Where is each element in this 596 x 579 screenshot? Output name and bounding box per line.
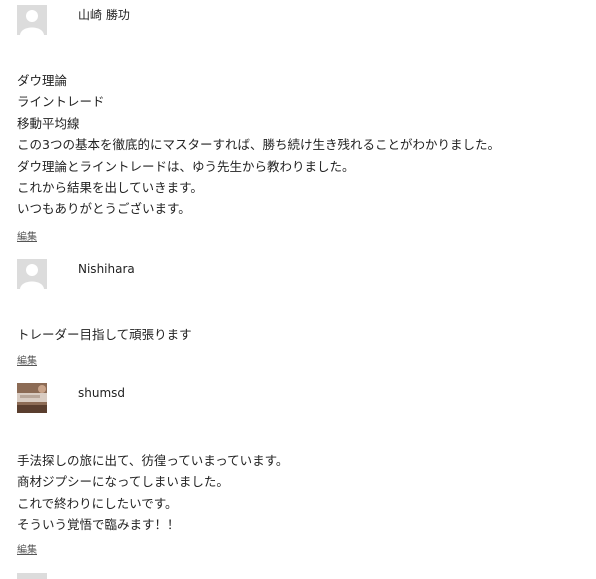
comment-line: 手法探しの旅に出て、彷徨っていまっています。 <box>17 453 289 468</box>
default-avatar-icon <box>17 5 47 35</box>
comment-line: この3つの基本を徹底的にマスターすれば、勝ち続け生き残れることがわかりました。 <box>17 137 500 153</box>
comment-body: トレーダー目指して頑張ります <box>17 324 192 345</box>
comment-author: Nishihara <box>78 262 135 276</box>
avatar <box>17 573 47 579</box>
comment-line: ダウ理論とライントレードは、ゆう先生から教わりました。 <box>17 158 355 174</box>
avatar <box>17 5 47 35</box>
comment-body: ダウ理論 ライントレード 移動平均線 この3つの基本を徹底的にマスターすれば、勝… <box>17 70 500 220</box>
comment-line: トレーダー目指して頑張ります <box>17 327 192 342</box>
avatar <box>17 259 47 289</box>
comment-line: ライントレード <box>17 94 105 110</box>
avatar <box>17 383 47 413</box>
comment-body: 手法探しの旅に出て、彷徨っていまっています。 商材ジプシーになってしまいました。… <box>17 450 288 536</box>
default-avatar-icon <box>17 573 47 579</box>
comment-line: これで終わりにしたいです。 <box>17 495 178 511</box>
edit-link[interactable]: 編集 <box>17 228 37 243</box>
default-avatar-icon <box>17 259 47 289</box>
comment-line: 移動平均線 <box>17 115 80 131</box>
comment-line: ダウ理論 <box>17 73 68 88</box>
comment-line: いつもありがとうございます。 <box>17 201 191 217</box>
edit-link[interactable]: 編集 <box>17 541 37 556</box>
comment-line: 商材ジプシーになってしまいました。 <box>17 474 229 490</box>
comment-line: これから結果を出していきます。 <box>17 180 203 196</box>
user-photo-avatar <box>17 383 47 413</box>
edit-link[interactable]: 編集 <box>17 352 37 367</box>
comment-author: shumsd <box>78 386 126 400</box>
comment-author: 山崎 勝功 <box>78 8 130 22</box>
comment-line: そういう覚悟で臨みます！！ <box>17 517 180 533</box>
